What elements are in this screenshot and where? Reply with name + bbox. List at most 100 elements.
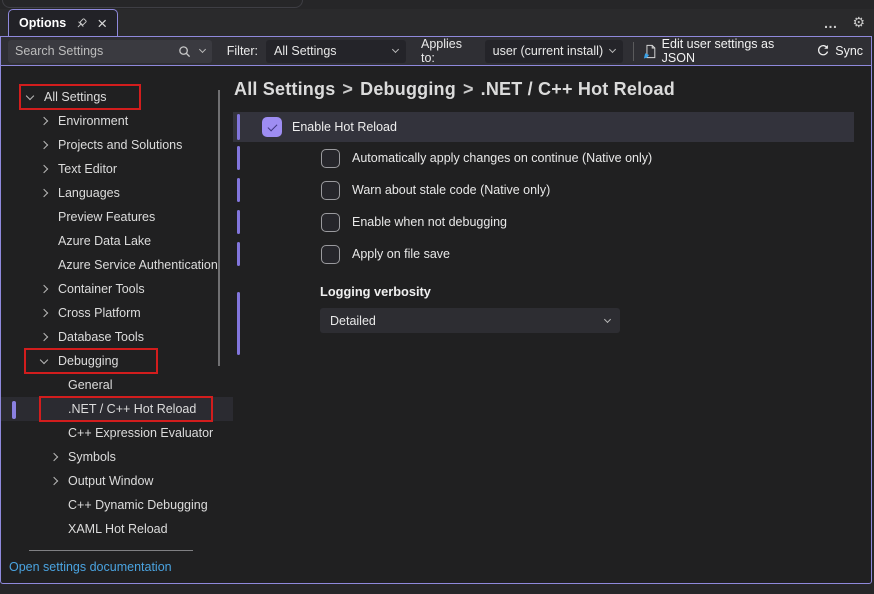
tree-item-label: Preview Features [58, 210, 155, 224]
tree-item-cpp-dynamic-debugging[interactable]: C++ Dynamic Debugging [1, 493, 233, 517]
tree-item-label: C++ Expression Evaluator [68, 426, 213, 440]
tree-item-label: Environment [58, 114, 128, 128]
pin-icon[interactable] [75, 17, 88, 30]
sync-label: Sync [835, 44, 863, 58]
edit-json-button[interactable]: Edit user settings as JSON [643, 37, 804, 65]
tree-item-label: C++ Dynamic Debugging [68, 498, 208, 512]
tree-item-label: Languages [58, 186, 120, 200]
tree-item-container-tools[interactable]: Container Tools [1, 277, 233, 301]
tree-item-database-tools[interactable]: Database Tools [1, 325, 233, 349]
modified-indicator-bar [237, 146, 240, 170]
enable-hot-reload-label: Enable Hot Reload [292, 120, 397, 134]
annotation-box-all-settings [19, 84, 141, 110]
settings-toolbar: Search Settings Filter: All Settings App… [1, 37, 871, 66]
checkbox-label: Automatically apply changes on continue … [352, 151, 652, 165]
breadcrumb-separator: > [342, 79, 353, 99]
tab-strip: Options × … ⚙ [0, 9, 874, 36]
chevron-right-icon[interactable] [40, 165, 48, 173]
tree-item-label: Azure Service Authentication [58, 258, 218, 272]
checkbox-label: Warn about stale code (Native only) [352, 183, 550, 197]
modified-indicator-bar [237, 178, 240, 202]
close-icon[interactable]: × [97, 15, 107, 32]
selected-item-indicator [12, 401, 16, 419]
modified-indicator-bar [237, 114, 240, 140]
tree-item-general[interactable]: General [1, 373, 233, 397]
search-options-chevron-icon[interactable] [199, 46, 206, 53]
toolbar-separator [633, 42, 634, 61]
tree-item-text-editor[interactable]: Text Editor [1, 157, 233, 181]
sidebar-scrollbar[interactable] [218, 90, 220, 366]
chevron-down-icon [604, 315, 611, 322]
settings-tree: All Settings Environment Projects and So… [1, 66, 233, 584]
tree-item-symbols[interactable]: Symbols [1, 445, 233, 469]
enable-hot-reload-checkbox[interactable] [262, 117, 282, 137]
tree-item-label: Database Tools [58, 330, 144, 344]
tree-item-label: Output Window [68, 474, 153, 488]
auto-apply-changes-checkbox[interactable] [321, 149, 340, 168]
filter-dropdown[interactable]: All Settings [266, 40, 406, 63]
annotation-box-hot-reload [39, 396, 213, 422]
logging-verbosity-value: Detailed [330, 314, 605, 328]
tree-item-label: Azure Data Lake [58, 234, 151, 248]
chevron-right-icon[interactable] [50, 477, 58, 485]
breadcrumb-part: .NET / C++ Hot Reload [481, 79, 675, 99]
modified-indicator-bar [237, 242, 240, 266]
chevron-right-icon[interactable] [50, 453, 58, 461]
chevron-right-icon[interactable] [40, 141, 48, 149]
chevron-right-icon[interactable] [40, 333, 48, 341]
tree-item-label: Text Editor [58, 162, 117, 176]
more-options-icon[interactable]: … [823, 15, 838, 31]
applies-to-dropdown[interactable]: user (current install) [485, 40, 623, 63]
setting-row: Automatically apply changes on continue … [233, 142, 871, 174]
breadcrumb-part: Debugging [360, 79, 456, 99]
sync-icon [816, 44, 830, 58]
setting-row: Warn about stale code (Native only) [233, 174, 871, 206]
tree-item-environment[interactable]: Environment [1, 109, 233, 133]
edit-json-label: Edit user settings as JSON [662, 37, 804, 65]
enable-when-not-debugging-checkbox[interactable] [321, 213, 340, 232]
setting-row: Apply on file save [233, 238, 871, 270]
warn-stale-code-checkbox[interactable] [321, 181, 340, 200]
tree-item-cpp-expression-evaluator[interactable]: C++ Expression Evaluator [1, 421, 233, 445]
logging-verbosity-dropdown[interactable]: Detailed [320, 308, 620, 333]
apply-on-file-save-checkbox[interactable] [321, 245, 340, 264]
annotation-box-debugging [24, 348, 158, 374]
gear-icon[interactable]: ⚙ [852, 14, 865, 31]
chevron-right-icon[interactable] [40, 117, 48, 125]
filter-label: Filter: [227, 44, 258, 58]
chevron-down-icon [392, 46, 399, 53]
tree-item-label: Cross Platform [58, 306, 141, 320]
tab-options[interactable]: Options × [8, 9, 118, 36]
tree-item-preview-features[interactable]: Preview Features [1, 205, 233, 229]
modified-indicator-bar [237, 210, 240, 234]
chevron-right-icon[interactable] [40, 189, 48, 197]
chevron-down-icon [609, 46, 616, 53]
logging-verbosity-section: Logging verbosity Detailed [233, 284, 871, 333]
json-file-icon [643, 44, 657, 59]
tree-item-azure-data-lake[interactable]: Azure Data Lake [1, 229, 233, 253]
modified-indicator-bar [237, 292, 240, 355]
chevron-right-icon[interactable] [40, 309, 48, 317]
filter-value: All Settings [274, 44, 393, 58]
logging-verbosity-label: Logging verbosity [320, 284, 871, 299]
tree-item-cross-platform[interactable]: Cross Platform [1, 301, 233, 325]
tab-title: Options [19, 16, 66, 30]
tree-item-label: General [68, 378, 112, 392]
search-icon[interactable] [178, 45, 191, 58]
tree-item-azure-service-authentication[interactable]: Azure Service Authentication [1, 253, 233, 277]
tree-item-languages[interactable]: Languages [1, 181, 233, 205]
check-icon [267, 121, 277, 131]
tree-item-label: Projects and Solutions [58, 138, 182, 152]
applies-to-label: Applies to: [421, 37, 477, 65]
search-input[interactable]: Search Settings [8, 40, 212, 63]
sync-button[interactable]: Sync [816, 44, 863, 58]
tree-item-output-window[interactable]: Output Window [1, 469, 233, 493]
chevron-right-icon[interactable] [40, 285, 48, 293]
search-placeholder: Search Settings [15, 44, 178, 58]
breadcrumb-part: All Settings [234, 79, 335, 99]
tree-item-label: Symbols [68, 450, 116, 464]
tree-item-projects-and-solutions[interactable]: Projects and Solutions [1, 133, 233, 157]
tree-item-xaml-hot-reload[interactable]: XAML Hot Reload [1, 517, 233, 541]
open-settings-documentation-link[interactable]: Open settings documentation [1, 551, 233, 574]
options-dialog: Search Settings Filter: All Settings App… [0, 36, 872, 584]
